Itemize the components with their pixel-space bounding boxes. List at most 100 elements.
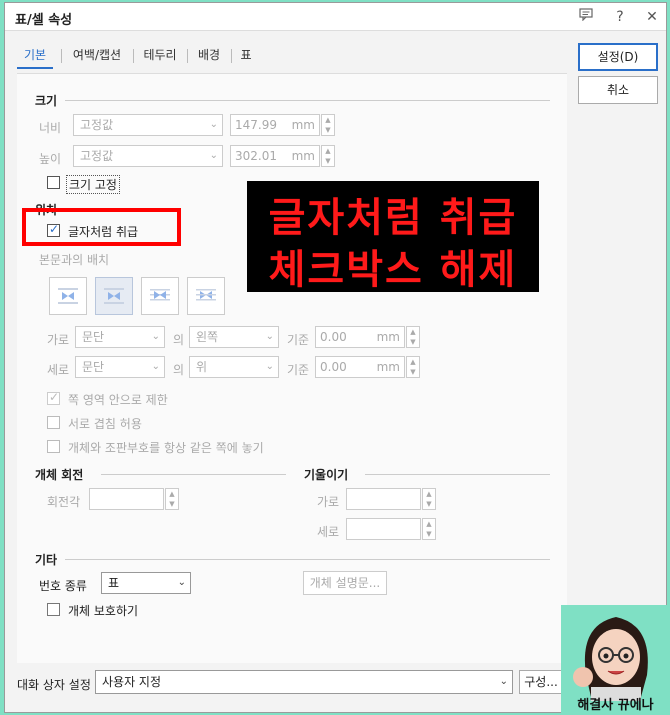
number-type-label: 번호 종류 <box>39 579 87 593</box>
tab-separator <box>231 49 232 63</box>
allow-overlap-label: 서로 겹침 허용 <box>68 417 142 431</box>
vertical-spinner[interactable]: ▲ ▼ <box>406 356 420 378</box>
height-mode-value: 고정값 <box>80 149 114 163</box>
basic-tab-panel: 크기 너비 고정값 ⌄ 147.99 mm ▲ ▼ 높이 고정값 ⌄ 302.01 mm … <box>17 73 567 663</box>
cancel-button[interactable]: 취소 <box>578 76 658 104</box>
size-section-title: 크기 <box>35 94 58 108</box>
number-type-select[interactable]: 표 ⌄ <box>101 572 191 594</box>
wrap-top-bottom-button[interactable] <box>95 277 133 315</box>
horizontal-base-label: 기준 <box>287 333 310 347</box>
avatar-watermark: 해결사 뀨에나 <box>561 605 670 715</box>
horizontal-unit: mm <box>376 330 400 344</box>
chevron-down-icon: ⌄ <box>209 119 218 130</box>
dialog-setting-value: 사용자 지정 <box>102 675 162 689</box>
tab-separator <box>61 49 62 63</box>
tab-background[interactable]: 배경 <box>191 41 227 69</box>
height-unit: mm <box>291 149 315 163</box>
width-label: 너비 <box>39 121 62 135</box>
chat-icon-svg <box>579 8 593 22</box>
vertical-of-label: 의 <box>173 363 185 377</box>
horizontal-label: 가로 <box>47 333 70 347</box>
height-mode-select[interactable]: 고정값 ⌄ <box>73 145 223 167</box>
dialog-title: 표/셀 속성 <box>15 13 73 28</box>
height-label: 높이 <box>39 152 62 166</box>
highlight-box <box>22 208 181 246</box>
chevron-down-icon: ⌄ <box>209 150 218 161</box>
divider <box>365 474 550 475</box>
angle-spinner[interactable]: ▲ ▼ <box>165 488 179 510</box>
skew-section-title: 기울이기 <box>304 468 349 482</box>
vertical-mode-value: 문단 <box>82 360 105 374</box>
skew-vertical-input[interactable] <box>346 518 421 540</box>
tab-table[interactable]: 표 <box>235 41 257 69</box>
allow-overlap-checkbox[interactable] <box>47 416 60 429</box>
annotation-line-2: 체크박스 해제 <box>268 247 518 293</box>
horizontal-spinner[interactable]: ▲ ▼ <box>406 326 420 348</box>
horizontal-mode-select[interactable]: 문단 ⌄ <box>75 326 165 348</box>
skew-horizontal-label: 가로 <box>317 495 340 509</box>
vertical-base-label: 기준 <box>287 363 310 377</box>
tab-margin-caption[interactable]: 여백/캡션 <box>67 41 127 69</box>
title-bar: 표/셀 속성 ? ✕ <box>5 3 666 31</box>
width-unit: mm <box>291 118 315 132</box>
chevron-down-icon: ⌄ <box>177 577 186 588</box>
horizontal-of-label: 의 <box>173 333 185 347</box>
checkmark-icon: ✓ <box>49 390 60 404</box>
horizontal-ref-select[interactable]: 왼쪽 ⌄ <box>189 326 279 348</box>
width-value: 147.99 <box>235 118 277 132</box>
skew-horizontal-input[interactable] <box>346 488 421 510</box>
vertical-ref-value: 위 <box>196 360 208 374</box>
skew-vertical-spinner[interactable]: ▲ ▼ <box>422 518 436 540</box>
vertical-value-input[interactable]: 0.00 mm <box>315 356 405 378</box>
configure-button[interactable]: 구성... <box>519 670 563 694</box>
ok-button[interactable]: 설정(D) <box>578 43 658 71</box>
chat-icon[interactable] <box>575 7 597 27</box>
skew-horizontal-spinner[interactable]: ▲ ▼ <box>422 488 436 510</box>
wrap-behind-text-button[interactable] <box>141 277 179 315</box>
angle-input[interactable] <box>89 488 164 510</box>
chevron-down-icon: ⌄ <box>265 331 274 342</box>
number-type-value: 표 <box>108 576 120 590</box>
vertical-mode-select[interactable]: 문단 ⌄ <box>75 356 165 378</box>
wrap-front-text-button[interactable] <box>187 277 225 315</box>
same-page-label: 개체와 조판부호를 항상 같은 쪽에 놓기 <box>68 441 264 455</box>
dialog-setting-label: 대화 상자 설정 <box>17 678 91 692</box>
dialog-setting-select[interactable]: 사용자 지정 ⌄ <box>95 670 513 694</box>
height-value-input[interactable]: 302.01 mm <box>230 145 320 167</box>
skew-vertical-label: 세로 <box>317 525 340 539</box>
chevron-down-icon: ⌄ <box>151 331 160 342</box>
tab-basic[interactable]: 기본 <box>17 41 53 69</box>
same-page-checkbox[interactable] <box>47 440 60 453</box>
chevron-down-icon: ⌄ <box>499 676 508 687</box>
object-description-button[interactable]: 개체 설명문... <box>303 571 387 595</box>
limit-in-page-label: 쪽 영역 안으로 제한 <box>68 393 168 407</box>
width-spinner[interactable]: ▲ ▼ <box>321 114 335 136</box>
width-value-input[interactable]: 147.99 mm <box>230 114 320 136</box>
tab-separator <box>187 49 188 63</box>
wrap-behind-text-icon <box>150 289 170 301</box>
etc-section-title: 기타 <box>35 553 58 567</box>
annotation-line-1: 글자처럼 취급 <box>268 195 518 241</box>
divider <box>65 100 550 101</box>
vertical-unit: mm <box>376 360 400 374</box>
wrap-square-button[interactable] <box>49 277 87 315</box>
horizontal-value: 0.00 <box>320 330 347 344</box>
protect-object-checkbox[interactable] <box>47 603 60 616</box>
close-icon[interactable]: ✕ <box>641 7 663 27</box>
annotation-overlay: 글자처럼 취급 체크박스 해제 <box>247 181 539 293</box>
divider <box>65 559 550 560</box>
tab-separator <box>133 49 134 63</box>
horizontal-value-input[interactable]: 0.00 mm <box>315 326 405 348</box>
help-icon[interactable]: ? <box>609 7 631 27</box>
horizontal-mode-value: 문단 <box>82 330 105 344</box>
tab-border[interactable]: 테두리 <box>137 41 183 69</box>
vertical-ref-select[interactable]: 위 ⌄ <box>189 356 279 378</box>
height-value: 302.01 <box>235 149 277 163</box>
rotation-section-title: 개체 회전 <box>35 468 84 482</box>
width-mode-value: 고정값 <box>80 118 114 132</box>
limit-in-page-checkbox[interactable]: ✓ <box>47 390 60 405</box>
protect-object-label: 개체 보호하기 <box>68 604 139 618</box>
height-spinner[interactable]: ▲ ▼ <box>321 145 335 167</box>
fix-size-checkbox[interactable] <box>47 176 60 189</box>
width-mode-select[interactable]: 고정값 ⌄ <box>73 114 223 136</box>
